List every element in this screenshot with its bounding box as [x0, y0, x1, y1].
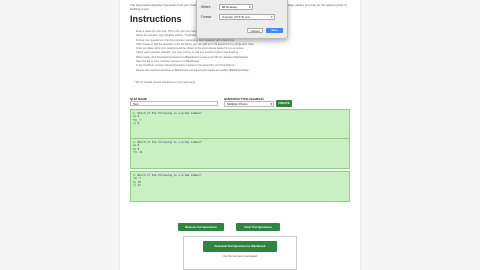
chevron-updown-icon: ⇕	[270, 15, 273, 19]
where-label: Where:	[201, 5, 212, 9]
format-select[interactable]: Unicode (UTF-8) text ⇕	[219, 14, 275, 20]
chevron-down-icon: ▾	[270, 102, 272, 106]
quiz-name-input[interactable]: Test	[130, 101, 218, 106]
question-line: c) 12	[133, 183, 141, 187]
format-label: Format:	[201, 15, 212, 19]
cancel-button[interactable]: Cancel	[247, 28, 263, 33]
instructions-heading: Instructions	[130, 14, 182, 24]
save-dialog: Where: Desktop ⇕ Format: Unicode (UTF-8)…	[196, 0, 288, 39]
remove-questions-button[interactable]: Remove Test Questions	[178, 223, 224, 231]
download-caption: Your file has been downloaded	[222, 255, 258, 258]
save-button[interactable]: Save	[266, 28, 283, 33]
instruction-step: Review the imported questions in Blackbo…	[136, 69, 360, 73]
where-select[interactable]: Desktop ⇕	[219, 4, 253, 10]
format-value: Unicode (UTF-8) text	[222, 15, 251, 19]
download-button[interactable]: Download Test Questions for Blackboard	[203, 241, 277, 252]
where-value: Desktop	[226, 5, 238, 9]
clear-questions-button[interactable]: Clear Test Questions	[236, 223, 280, 231]
question-box[interactable]: 3. Which of the following is a prime num…	[130, 171, 350, 202]
question-box[interactable]: 1. Which of the following is a prime num…	[130, 109, 350, 140]
main-page: The Hypercube Question Generator lets yo…	[120, 0, 360, 270]
question-line: c) 9	[133, 121, 140, 125]
help-link[interactable]: Blackboard Help	[229, 69, 248, 72]
instructions-note: * Do not include special characters in y…	[134, 81, 196, 84]
create-button[interactable]: CREATE	[276, 100, 292, 107]
question-line: *c) 11	[133, 150, 143, 154]
question-box[interactable]: 2. Which of the following is a prime num…	[130, 138, 350, 169]
question-type-value: Multiple Choice	[227, 102, 248, 106]
here-link[interactable]: here	[248, 43, 253, 46]
chevron-updown-icon: ⇕	[248, 5, 251, 9]
question-type-select[interactable]: Multiple Choice ▾	[224, 101, 274, 107]
download-panel: Download Test Questions for Blackboard Y…	[183, 236, 297, 270]
folder-icon	[222, 6, 225, 9]
